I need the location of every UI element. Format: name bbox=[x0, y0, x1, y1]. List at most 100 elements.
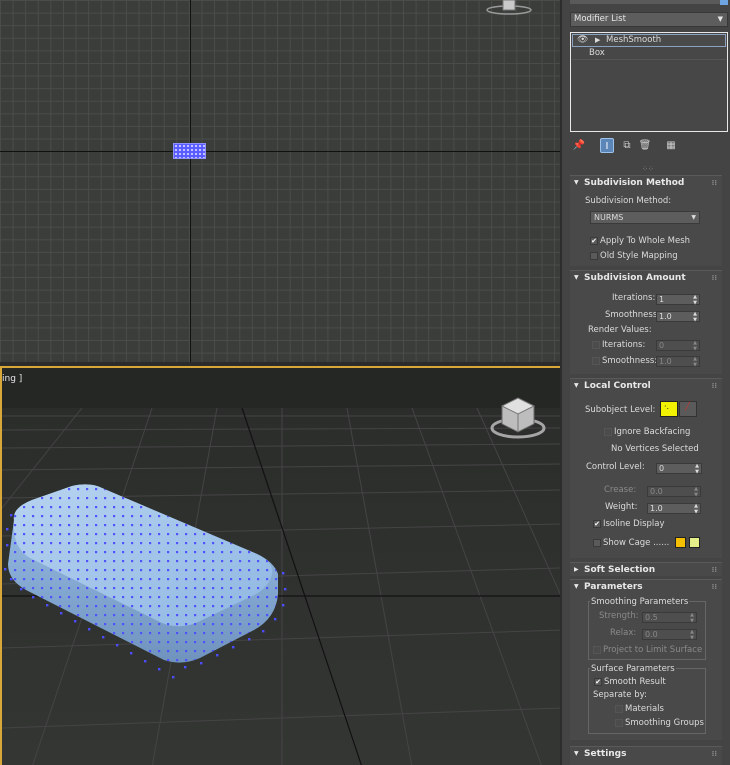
smooth-result-checkbox[interactable]: ✔ bbox=[594, 678, 602, 686]
isoline-display-checkbox[interactable]: ✔ bbox=[593, 520, 601, 528]
selection-status: No Vertices Selected bbox=[611, 444, 699, 454]
show-end-result-icon[interactable]: I bbox=[600, 138, 614, 153]
collapse-arrow-icon: ▼ bbox=[574, 382, 579, 389]
drag-handle-icon[interactable]: ⁞⁞ bbox=[712, 379, 717, 393]
ignore-backfacing-label: Ignore Backfacing bbox=[614, 427, 691, 437]
render-smoothness-spinner[interactable]: 1.0 ▲ ▼ bbox=[656, 356, 700, 368]
iterations-spinner[interactable]: 1 ▲ ▼ bbox=[656, 294, 700, 306]
drag-handle-icon[interactable]: ⁞⁞ bbox=[712, 580, 717, 594]
expand-arrow-icon: ▶ bbox=[574, 566, 579, 573]
object-color-swatch[interactable] bbox=[720, 0, 728, 5]
smoothing-groups-label: Smoothing Groups bbox=[625, 718, 704, 728]
control-level-spinner[interactable]: 0 ▲ ▼ bbox=[656, 463, 702, 475]
crease-label: Crease: bbox=[604, 485, 637, 495]
crease-value: 0.0 bbox=[650, 487, 663, 496]
old-style-mapping-label: Old Style Mapping bbox=[600, 251, 678, 261]
materials-label: Materials bbox=[625, 704, 664, 714]
edge-icon: ╱ bbox=[685, 402, 690, 411]
spinner-arrows-icon[interactable]: ▲ ▼ bbox=[690, 612, 694, 624]
top-viewport[interactable] bbox=[0, 0, 560, 362]
viewport-label[interactable]: ing ] bbox=[2, 374, 22, 384]
relax-spinner[interactable]: 0.0 ▲ ▼ bbox=[642, 629, 697, 641]
apply-whole-mesh-checkbox[interactable]: ✔ bbox=[590, 237, 598, 245]
weight-spinner[interactable]: 1.0 ▲ ▼ bbox=[647, 503, 701, 515]
eye-icon[interactable]: 👁 bbox=[577, 35, 588, 46]
rollout-header[interactable]: ▼ Settings ⁞⁞ bbox=[570, 747, 722, 761]
rollout-header[interactable]: ▼ Subdivision Method ⁞⁞ bbox=[570, 176, 722, 190]
spinner-arrows-icon[interactable]: ▲ ▼ bbox=[694, 486, 698, 498]
command-panel: Modifier List ▼ 👁 ▶ MeshSmooth Box 📌 I ⧉… bbox=[560, 0, 730, 765]
rollout-header[interactable]: ▼ Subdivision Amount ⁞⁞ bbox=[570, 271, 722, 285]
spinner-arrows-icon[interactable]: ▲ ▼ bbox=[695, 463, 699, 475]
weight-value: 1.0 bbox=[650, 504, 663, 513]
object-name-field[interactable] bbox=[570, 0, 720, 4]
rollout-settings: ▼ Settings ⁞⁞ bbox=[570, 746, 722, 765]
spinner-arrows-icon[interactable]: ▲ ▼ bbox=[694, 503, 698, 515]
render-smoothness-checkbox[interactable] bbox=[592, 357, 600, 365]
cage-color-swatch-1[interactable] bbox=[675, 537, 686, 548]
selected-box-top-view[interactable] bbox=[173, 143, 206, 159]
crease-spinner[interactable]: 0.0 ▲ ▼ bbox=[647, 486, 701, 498]
show-cage-checkbox[interactable] bbox=[593, 539, 601, 547]
drag-handle-icon[interactable]: ⁞⁞ bbox=[712, 747, 717, 761]
render-smoothness-label: Smoothness: bbox=[602, 356, 658, 366]
stack-item-box[interactable]: Box bbox=[572, 47, 726, 60]
rollout-title: Settings bbox=[584, 749, 627, 759]
rollout-subdivision-method: ▼ Subdivision Method ⁞⁞ Subdivision Method… bbox=[570, 175, 722, 266]
drag-handle-icon[interactable]: ⁞⁞ bbox=[712, 271, 717, 285]
modifier-list-dropdown[interactable]: Modifier List ▼ bbox=[570, 12, 728, 27]
spinner-arrows-icon[interactable]: ▲ ▼ bbox=[690, 629, 694, 641]
spinner-arrows-icon[interactable]: ▲ ▼ bbox=[693, 356, 697, 368]
make-unique-icon[interactable]: ⧉ bbox=[620, 138, 634, 153]
collapse-arrow-icon: ▼ bbox=[574, 179, 579, 186]
iterations-label: Iterations: bbox=[612, 293, 656, 303]
stack-item-meshsmooth[interactable]: 👁 ▶ MeshSmooth bbox=[572, 34, 726, 47]
spinner-arrows-icon[interactable]: ▲ ▼ bbox=[693, 311, 697, 323]
viewcube-icon[interactable] bbox=[484, 0, 534, 16]
viewcube-icon[interactable] bbox=[488, 394, 548, 442]
strength-label: Strength: bbox=[599, 611, 639, 621]
old-style-mapping-checkbox[interactable] bbox=[590, 252, 598, 260]
render-iterations-checkbox[interactable] bbox=[592, 341, 600, 349]
separate-by-label: Separate by: bbox=[593, 690, 647, 700]
rollout-title: Parameters bbox=[584, 582, 643, 592]
modifier-stack[interactable]: 👁 ▶ MeshSmooth Box bbox=[570, 32, 728, 132]
show-cage-label: Show Cage ...... bbox=[603, 538, 670, 548]
rollout-title: Soft Selection bbox=[584, 565, 656, 575]
isoline-display-label: Isoline Display bbox=[603, 519, 665, 529]
rollout-header[interactable]: ▶ Soft Selection ⁞⁞ bbox=[570, 563, 722, 577]
cage-color-swatch-2[interactable] bbox=[689, 537, 700, 548]
render-iterations-spinner[interactable]: 0 ▲ ▼ bbox=[656, 340, 700, 352]
rollout-title: Subdivision Amount bbox=[584, 273, 686, 283]
drag-handle-icon[interactable]: ⁞⁞ bbox=[712, 563, 717, 577]
rollout-header[interactable]: ▼ Local Control ⁞⁞ bbox=[570, 379, 722, 393]
vertex-subobject-button[interactable]: ·. bbox=[660, 401, 678, 417]
panel-grip[interactable]: ⁘⁘ bbox=[642, 165, 654, 173]
edge-subobject-button[interactable]: ╱ bbox=[679, 401, 697, 417]
apply-whole-mesh-label: Apply To Whole Mesh bbox=[600, 236, 691, 246]
drag-handle-icon[interactable]: ⁞⁞ bbox=[712, 176, 717, 190]
spinner-arrows-icon[interactable]: ▲ ▼ bbox=[693, 294, 697, 306]
dropdown-arrow-icon: ▼ bbox=[717, 15, 723, 23]
smoothness-spinner[interactable]: 1.0 ▲ ▼ bbox=[656, 311, 700, 323]
configure-modifier-sets-icon[interactable]: ▦ bbox=[664, 138, 678, 153]
perspective-viewport[interactable]: ing ] bbox=[0, 366, 560, 765]
pin-stack-icon[interactable]: 📌 bbox=[572, 138, 586, 153]
stack-item-label: Box bbox=[589, 48, 605, 58]
strength-spinner[interactable]: 0.5 ▲ ▼ bbox=[642, 612, 697, 624]
subdivision-method-dropdown[interactable]: NURMS ▼ bbox=[590, 211, 700, 224]
materials-checkbox[interactable] bbox=[615, 705, 623, 713]
spinner-arrows-icon[interactable]: ▲ ▼ bbox=[693, 340, 697, 352]
rollout-local-control: ▼ Local Control ⁞⁞ Subobject Level: ·. ╱ I… bbox=[570, 378, 722, 558]
expand-arrow-icon[interactable]: ▶ bbox=[595, 35, 600, 46]
weight-label: Weight: bbox=[605, 502, 638, 512]
smoothing-groups-checkbox[interactable] bbox=[615, 719, 623, 727]
project-limit-surface-label: Project to Limit Surface bbox=[603, 645, 703, 655]
method-label: Subdivision Method: bbox=[585, 196, 672, 206]
render-values-label: Render Values: bbox=[588, 325, 652, 335]
rollout-header[interactable]: ▼ Parameters ⁞⁞ bbox=[570, 580, 722, 594]
ignore-backfacing-checkbox[interactable] bbox=[604, 428, 612, 436]
project-limit-surface-checkbox[interactable] bbox=[593, 646, 601, 654]
rollout-soft-selection: ▶ Soft Selection ⁞⁞ bbox=[570, 562, 722, 576]
remove-modifier-icon[interactable]: 🗑 bbox=[638, 138, 652, 153]
